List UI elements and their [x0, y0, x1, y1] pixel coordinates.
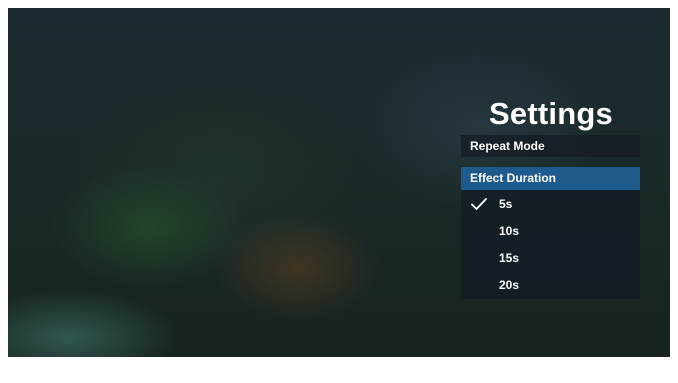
effect-duration-label: Effect Duration: [470, 171, 557, 185]
duration-option-label: 20s: [499, 278, 520, 292]
settings-title: Settings: [489, 96, 613, 131]
duration-option-label: 5s: [499, 197, 513, 211]
effect-duration-header[interactable]: Effect Duration: [461, 167, 640, 190]
checkmark-icon: [471, 198, 487, 210]
duration-option-10s[interactable]: 10s: [461, 218, 640, 245]
duration-option-5s[interactable]: 5s: [461, 191, 640, 218]
duration-option-label: 15s: [499, 251, 520, 265]
repeat-mode-item[interactable]: Repeat Mode: [461, 135, 640, 157]
duration-option-15s[interactable]: 15s: [461, 245, 640, 272]
duration-option-label: 10s: [499, 224, 520, 238]
screen: Settings Repeat Mode Effect Duration 5s …: [8, 8, 670, 357]
repeat-mode-label: Repeat Mode: [470, 139, 545, 153]
duration-option-20s[interactable]: 20s: [461, 272, 640, 299]
